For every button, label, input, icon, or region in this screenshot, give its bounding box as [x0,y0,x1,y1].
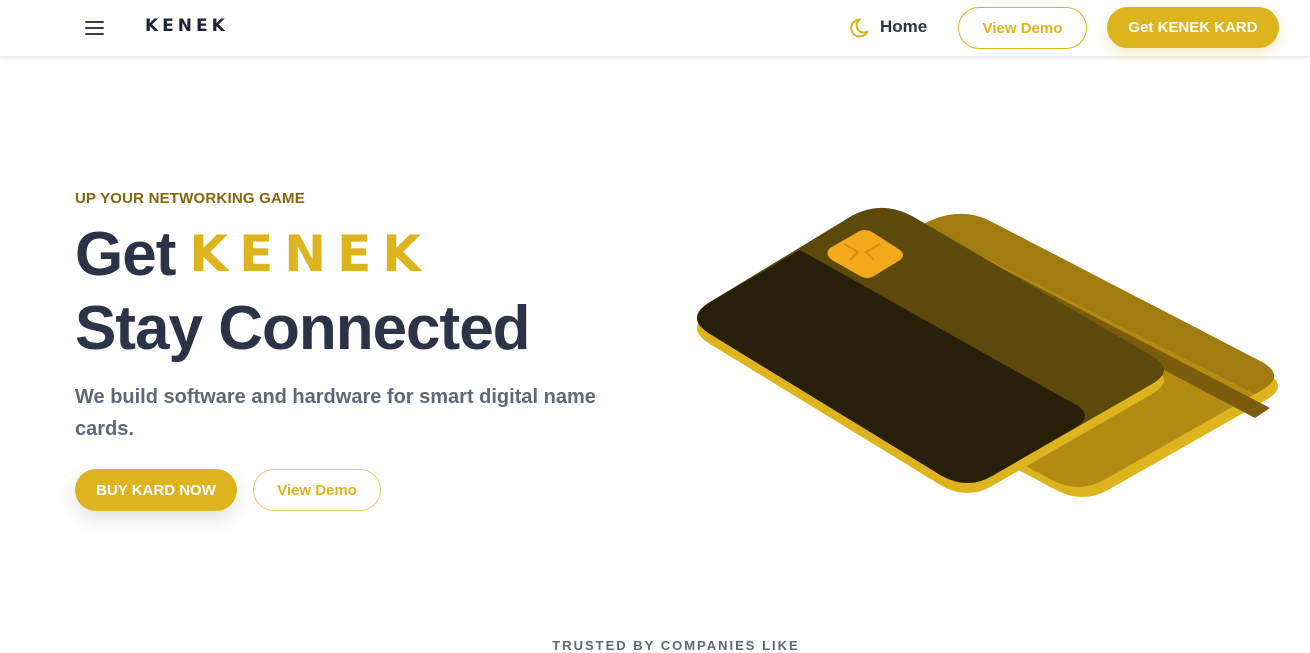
hero-eyebrow: UP YOUR NETWORKING GAME [75,190,305,207]
nav-home-link[interactable]: Home [880,17,927,37]
view-demo-nav-button[interactable]: View Demo [958,7,1087,49]
top-navbar: KENEK Home View Demo Get KENEK KARD [0,0,1310,57]
hero-title-get: Get [75,219,176,289]
hamburger-menu-icon[interactable] [85,19,105,37]
view-demo-button[interactable]: View Demo [253,469,381,511]
hero-title-brand: KENEK [189,225,433,283]
brand-logo[interactable]: KENEK [145,16,229,36]
hero-subtitle: We build software and hardware for smart… [75,386,596,440]
buy-kard-now-button[interactable]: BUY KARD NOW [75,469,237,511]
get-kenek-kard-button[interactable]: Get KENEK KARD [1107,7,1279,48]
moon-icon[interactable] [848,17,870,39]
business-cards-illustration [680,190,1290,500]
hero-title-line-1: Get KENEK [75,219,432,289]
hero-title-line-2: Stay Connected [75,294,531,363]
